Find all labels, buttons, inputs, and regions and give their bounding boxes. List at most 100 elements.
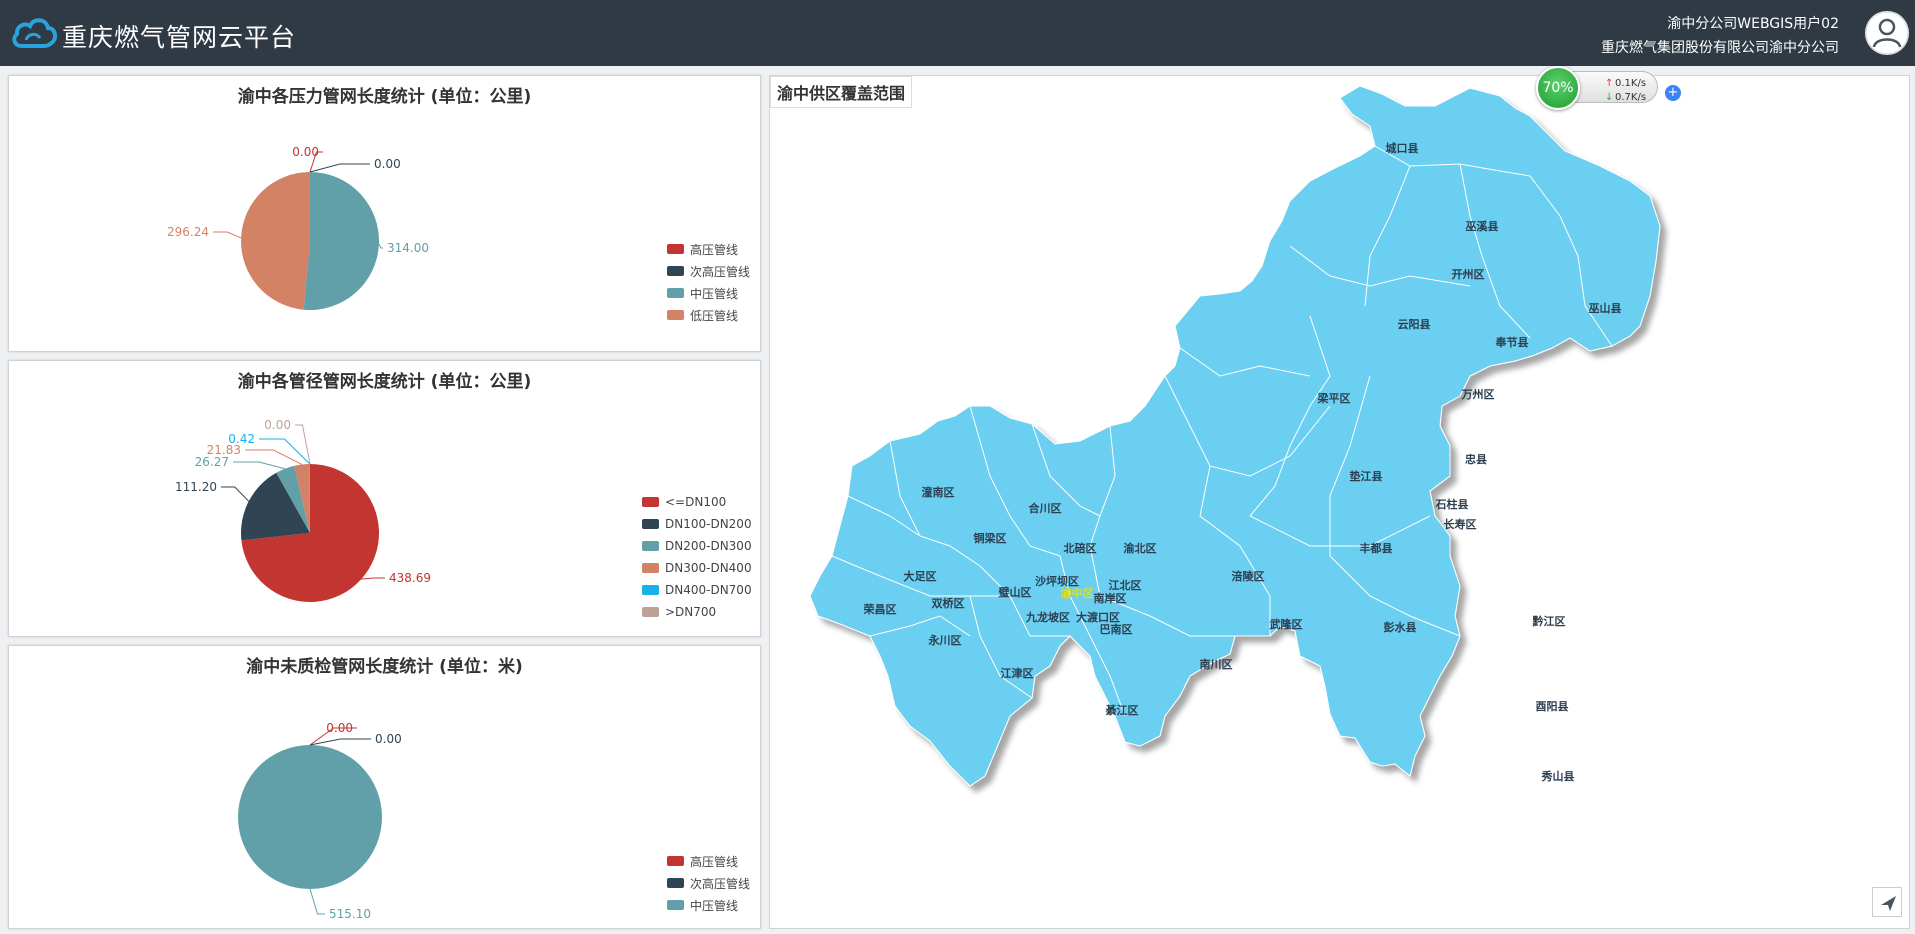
district-label[interactable]: 潼南区 bbox=[922, 485, 955, 499]
district-label[interactable]: 彭水县 bbox=[1384, 620, 1417, 634]
pie-value-label: 314.00 bbox=[387, 241, 429, 255]
app-title: 重庆燃气管网云平台 bbox=[62, 23, 297, 52]
inspection-legend: 高压管线 次高压管线 中压管线 bbox=[667, 850, 750, 916]
district-label[interactable]: 合川区 bbox=[1029, 501, 1062, 515]
district-label[interactable]: 云阳县 bbox=[1398, 317, 1431, 331]
district-label[interactable]: 巫山县 bbox=[1589, 301, 1622, 315]
legend-item[interactable]: <=DN100 bbox=[642, 491, 752, 513]
legend-swatch bbox=[667, 244, 684, 254]
legend-label: <=DN100 bbox=[665, 495, 727, 509]
legend-item[interactable]: 高压管线 bbox=[667, 238, 750, 260]
district-label[interactable]: 秀山县 bbox=[1541, 769, 1575, 783]
pie-value-label: 0.00 bbox=[326, 721, 353, 735]
diameter-legend: <=DN100 DN100-DN200 DN200-DN300 DN300-DN400… bbox=[642, 491, 752, 623]
user-avatar-icon[interactable] bbox=[1865, 11, 1909, 55]
district-label[interactable]: 梁平区 bbox=[1317, 391, 1351, 405]
upload-arrow-icon: ↑ bbox=[1605, 78, 1614, 89]
district-label[interactable]: 长寿区 bbox=[1444, 517, 1477, 531]
boost-plus-icon[interactable]: + bbox=[1665, 85, 1681, 101]
district-label[interactable]: 开州区 bbox=[1452, 268, 1485, 281]
pie-value-label: 26.27 bbox=[195, 455, 229, 469]
user-name[interactable]: 渝中分公司WEBGIS用户02 bbox=[1601, 12, 1839, 36]
legend-item[interactable]: 次高压管线 bbox=[667, 872, 750, 894]
district-label[interactable]: 永川区 bbox=[928, 633, 962, 647]
district-label[interactable]: 渝中区 bbox=[1061, 586, 1094, 600]
district-label[interactable]: 巫溪县 bbox=[1466, 219, 1499, 233]
district-label[interactable]: 城口县 bbox=[1386, 141, 1419, 155]
district-label[interactable]: 奉节县 bbox=[1495, 335, 1529, 349]
legend-item[interactable]: DN100-DN200 bbox=[642, 513, 752, 535]
district-label[interactable]: 綦江区 bbox=[1105, 703, 1139, 717]
district-label[interactable]: 荣昌区 bbox=[863, 602, 897, 616]
district-label[interactable]: 巴南区 bbox=[1100, 622, 1133, 636]
district-label[interactable]: 大渡口区 bbox=[1076, 610, 1120, 624]
pie-value-label: 296.24 bbox=[167, 225, 209, 239]
chongqing-region-shape[interactable] bbox=[809, 85, 1661, 787]
district-label[interactable]: 涪陵区 bbox=[1232, 569, 1265, 583]
district-label[interactable]: 渝北区 bbox=[1124, 541, 1157, 555]
legend-item[interactable]: 中压管线 bbox=[667, 894, 750, 916]
pressure-chart-panel: 渝中各压力管网长度统计 (单位：公里) 0.00 0.00 314.00 296.24… bbox=[8, 75, 761, 352]
legend-swatch bbox=[667, 310, 684, 320]
legend-label: 中压管线 bbox=[690, 286, 739, 301]
legend-item[interactable]: DN200-DN300 bbox=[642, 535, 752, 557]
top-header: 重庆燃气管网云平台 渝中分公司WEBGIS用户02 重庆燃气集团股份有限公司渝中… bbox=[0, 0, 1915, 66]
district-label[interactable]: 南岸区 bbox=[1094, 591, 1127, 605]
legend-swatch bbox=[642, 519, 659, 529]
district-label[interactable]: 九龙坡区 bbox=[1025, 610, 1070, 624]
legend-swatch bbox=[667, 900, 684, 910]
memory-percent[interactable]: 70% bbox=[1536, 66, 1580, 110]
legend-swatch bbox=[667, 856, 684, 866]
cloud-logo-icon bbox=[10, 16, 58, 54]
legend-swatch bbox=[642, 497, 659, 507]
pie-slice[interactable] bbox=[241, 172, 310, 310]
district-label[interactable]: 丰都县 bbox=[1360, 541, 1393, 555]
inspection-pie-chart: 0.00 0.00 515.10 bbox=[238, 721, 402, 921]
locate-button[interactable] bbox=[1872, 887, 1902, 917]
district-label[interactable]: 南川区 bbox=[1200, 657, 1233, 671]
map-panel[interactable]: 城口县巫溪县开州区云阳县奉节县 巫山县万州区 梁平区忠县垫江县石柱县长寿区丰都县 潼南… bbox=[769, 75, 1910, 929]
pie-leader-line bbox=[213, 231, 242, 239]
legend-item[interactable]: 低压管线 bbox=[667, 304, 750, 326]
legend-item[interactable]: >DN700 bbox=[642, 601, 752, 623]
legend-item[interactable]: DN300-DN400 bbox=[642, 557, 752, 579]
legend-swatch bbox=[642, 563, 659, 573]
legend-swatch bbox=[642, 607, 659, 617]
pie-value-label: 0.00 bbox=[374, 157, 401, 171]
district-label[interactable]: 武隆区 bbox=[1270, 617, 1303, 631]
legend-item[interactable]: DN400-DN700 bbox=[642, 579, 752, 601]
network-speed-widget[interactable]: ↑ 0.1K/s ↓ 0.7K/s + 70% bbox=[1536, 66, 1681, 110]
district-label[interactable]: 万州区 bbox=[1461, 388, 1495, 401]
district-label[interactable]: 垫江县 bbox=[1350, 469, 1383, 483]
pie-value-label: 438.69 bbox=[389, 571, 431, 585]
district-label[interactable]: 北碚区 bbox=[1064, 541, 1097, 555]
legend-label: DN100-DN200 bbox=[665, 517, 752, 531]
legend-item[interactable]: 中压管线 bbox=[667, 282, 750, 304]
pie-slices bbox=[241, 172, 380, 310]
district-label[interactable]: 黔江区 bbox=[1533, 614, 1566, 628]
legend-swatch bbox=[667, 288, 684, 298]
pie-value-label: 111.20 bbox=[175, 480, 217, 494]
district-label[interactable]: 忠县 bbox=[1465, 452, 1487, 466]
district-label[interactable]: 双桥区 bbox=[932, 596, 965, 610]
legend-label: 高压管线 bbox=[690, 242, 739, 257]
district-label[interactable]: 沙坪坝区 bbox=[1035, 574, 1079, 588]
district-label[interactable]: 铜梁区 bbox=[973, 531, 1007, 545]
diameter-chart-panel: 渝中各管径管网长度统计 (单位：公里) 438.69 111.20 26.27 21.… bbox=[8, 360, 761, 637]
pie-slice[interactable] bbox=[238, 745, 382, 889]
pie-slice[interactable] bbox=[303, 172, 380, 310]
district-label[interactable]: 酉阳县 bbox=[1536, 699, 1569, 713]
legend-item[interactable]: 次高压管线 bbox=[667, 260, 750, 282]
legend-item[interactable]: 高压管线 bbox=[667, 850, 750, 872]
district-label[interactable]: 江津区 bbox=[1001, 666, 1034, 680]
pie-slices bbox=[238, 745, 382, 889]
district-label[interactable]: 石柱县 bbox=[1435, 497, 1469, 511]
chongqing-map[interactable]: 城口县巫溪县开州区云阳县奉节县 巫山县万州区 梁平区忠县垫江县石柱县长寿区丰都县 潼南… bbox=[770, 76, 1911, 930]
district-label[interactable]: 江北区 bbox=[1109, 578, 1142, 592]
district-label[interactable]: 璧山区 bbox=[999, 585, 1032, 599]
legend-label: 次高压管线 bbox=[690, 264, 751, 279]
pie-leader-line bbox=[309, 163, 370, 173]
pie-leader-line bbox=[221, 486, 250, 502]
district-label[interactable]: 大足区 bbox=[904, 569, 937, 583]
download-speed: 0.7K/s bbox=[1615, 92, 1647, 103]
